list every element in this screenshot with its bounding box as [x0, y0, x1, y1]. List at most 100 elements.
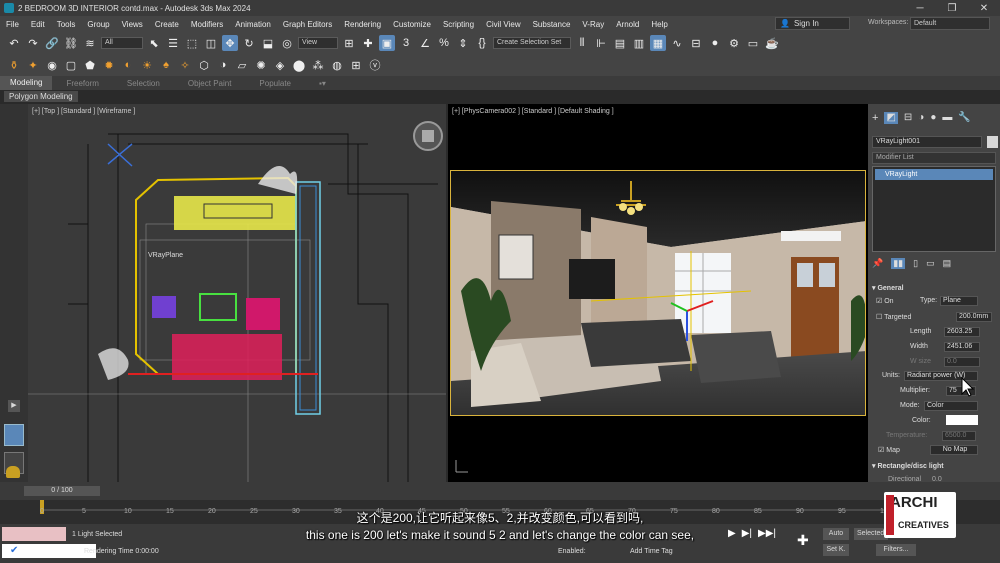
- vray-light-icon[interactable]: ✦: [25, 57, 41, 73]
- targeted-distance-field[interactable]: 200.0mm: [956, 312, 992, 322]
- create-tab-icon[interactable]: +: [872, 112, 878, 124]
- angle-snap-icon[interactable]: ∠: [417, 35, 433, 51]
- rendered-frame-window-icon[interactable]: ▭: [745, 35, 761, 51]
- hierarchy-tab-icon[interactable]: ⊟: [904, 112, 912, 124]
- menu-views[interactable]: Views: [116, 20, 149, 29]
- vray-toolbar-icon[interactable]: ⬟: [82, 57, 98, 73]
- utilities-tab-icon[interactable]: ▬: [942, 112, 952, 124]
- show-end-result-icon[interactable]: ▮▮: [891, 258, 906, 269]
- menu-help[interactable]: Help: [645, 20, 673, 29]
- polygon-modeling-panel[interactable]: Polygon Modeling: [4, 91, 78, 102]
- stack-item-vraylight[interactable]: VRayLight: [875, 169, 993, 180]
- render-production-icon[interactable]: ☕: [764, 35, 780, 51]
- scene-converter-icon[interactable]: ◍: [329, 57, 345, 73]
- length-field[interactable]: 2603.25: [944, 327, 980, 337]
- configure-sets-icon[interactable]: ▤: [943, 258, 952, 269]
- remove-modifier-icon[interactable]: ▭: [926, 258, 935, 269]
- no-map-button[interactable]: No Map: [930, 445, 978, 455]
- maximize-button[interactable]: ❐: [936, 0, 968, 16]
- wrench-icon[interactable]: 🔧: [958, 112, 970, 124]
- minimize-button[interactable]: ─: [904, 0, 936, 16]
- vray-plane-icon[interactable]: ▱: [234, 57, 250, 73]
- map-checkbox[interactable]: ☑ Map: [878, 446, 900, 454]
- ambient-light-icon[interactable]: ✧: [177, 57, 193, 73]
- mirror-icon[interactable]: ⫴: [574, 35, 590, 51]
- close-button[interactable]: ✕: [968, 0, 1000, 16]
- vray-lights-icon[interactable]: ✹: [101, 57, 117, 73]
- toggle-scene-explorer-icon[interactable]: ▤: [612, 35, 628, 51]
- single-viewport-icon[interactable]: [4, 424, 24, 446]
- teapot-icon[interactable]: ⚱: [6, 57, 22, 73]
- viewport-top[interactable]: [+] [Top ] [Standard ] [Wireframe ] VRay…: [28, 104, 446, 482]
- light-color-swatch[interactable]: [946, 415, 978, 425]
- edit-named-selection-icon[interactable]: {}: [474, 35, 490, 51]
- wsize-field[interactable]: 0.0: [944, 357, 980, 367]
- spinner-snap-icon[interactable]: ⇕: [455, 35, 471, 51]
- redo-icon[interactable]: ↷: [25, 35, 41, 51]
- select-by-name-icon[interactable]: ☰: [165, 35, 181, 51]
- menu-file[interactable]: File: [0, 20, 25, 29]
- viewport-camera[interactable]: [+] [PhysCamera002 ] [Standard ] [Defaul…: [448, 104, 868, 482]
- ribbon-options-icon[interactable]: ▪▾: [305, 79, 340, 88]
- menu-arnold[interactable]: Arnold: [610, 20, 645, 29]
- reference-coordinate-dropdown[interactable]: View: [298, 37, 338, 49]
- keyboard-shortcut-icon[interactable]: ▣: [379, 35, 395, 51]
- sign-in-dropdown[interactable]: 👤 Sign In: [775, 17, 850, 30]
- bind-space-warp-icon[interactable]: ≋: [82, 35, 98, 51]
- type-dropdown[interactable]: Plane: [940, 296, 978, 306]
- menu-customize[interactable]: Customize: [387, 20, 437, 29]
- motion-tab-icon[interactable]: ◑: [918, 112, 924, 124]
- multi-material-icon[interactable]: ⁂: [310, 57, 326, 73]
- vray-sphere-icon[interactable]: ◑: [215, 57, 231, 73]
- temperature-field[interactable]: 6500.0: [942, 431, 976, 441]
- rectangle-disc-rollout-header[interactable]: ▾ Rectangle/disc light: [872, 462, 944, 470]
- menu-substance[interactable]: Substance: [527, 20, 577, 29]
- sphere-light-icon[interactable]: ◐: [120, 57, 136, 73]
- align-icon[interactable]: ⊩: [593, 35, 609, 51]
- named-selection-dropdown[interactable]: Create Selection Set: [493, 37, 571, 49]
- menu-graph-editors[interactable]: Graph Editors: [277, 20, 338, 29]
- select-object-icon[interactable]: ⬉: [146, 35, 162, 51]
- viewport-camera-label[interactable]: [+] [PhysCamera002 ] [Standard ] [Defaul…: [452, 108, 614, 115]
- place-icon[interactable]: ◎: [279, 35, 295, 51]
- tab-populate[interactable]: Populate: [245, 79, 305, 88]
- schematic-view-icon[interactable]: ⊟: [688, 35, 704, 51]
- pin-stack-icon[interactable]: 📌: [872, 258, 883, 269]
- time-slider[interactable]: 0 / 100: [24, 486, 100, 496]
- tab-selection[interactable]: Selection: [113, 79, 174, 88]
- link-icon[interactable]: 🔗: [44, 35, 60, 51]
- rotate-icon[interactable]: ↻: [241, 35, 257, 51]
- user-avatar-icon[interactable]: [6, 466, 20, 478]
- toggle-layer-explorer-icon[interactable]: ▥: [631, 35, 647, 51]
- workspace-dropdown[interactable]: Default: [910, 17, 990, 30]
- ies-light-icon[interactable]: ♠: [158, 57, 174, 73]
- vray-logo-icon[interactable]: ⓥ: [367, 57, 383, 73]
- curve-editor-icon[interactable]: ∿: [669, 35, 685, 51]
- menu-create[interactable]: Create: [149, 20, 185, 29]
- pivot-icon[interactable]: ⊞: [341, 35, 357, 51]
- unlink-icon[interactable]: ⛓: [63, 35, 79, 51]
- selection-filter-dropdown[interactable]: All: [101, 37, 143, 49]
- snaps-toggle-icon[interactable]: 3: [398, 35, 414, 51]
- tab-freeform[interactable]: Freeform: [52, 79, 112, 88]
- on-checkbox[interactable]: ☑ On: [876, 297, 894, 305]
- menu-scripting[interactable]: Scripting: [437, 20, 480, 29]
- move-icon[interactable]: ✥: [222, 35, 238, 51]
- modifier-list-dropdown[interactable]: Modifier List: [872, 152, 996, 164]
- menu-edit[interactable]: Edit: [25, 20, 51, 29]
- percent-snap-icon[interactable]: %: [436, 35, 452, 51]
- scale-icon[interactable]: ⬓: [260, 35, 276, 51]
- general-rollout-header[interactable]: ▾ General: [872, 284, 904, 292]
- rectangle-selection-icon[interactable]: ⬚: [184, 35, 200, 51]
- make-unique-icon[interactable]: ▯: [913, 258, 918, 269]
- render-icon[interactable]: ◉: [44, 57, 60, 73]
- width-field[interactable]: 2451.06: [944, 342, 980, 352]
- material-ball-icon[interactable]: ⬤: [291, 57, 307, 73]
- mesh-export-icon[interactable]: ◈: [272, 57, 288, 73]
- display-tab-icon[interactable]: ●: [930, 112, 936, 124]
- material-editor-icon[interactable]: ●: [707, 35, 723, 51]
- menu-group[interactable]: Group: [81, 20, 115, 29]
- expand-strip-icon[interactable]: ▶: [8, 400, 20, 412]
- render-setup-icon[interactable]: ⚙: [726, 35, 742, 51]
- lister-icon[interactable]: ⊞: [348, 57, 364, 73]
